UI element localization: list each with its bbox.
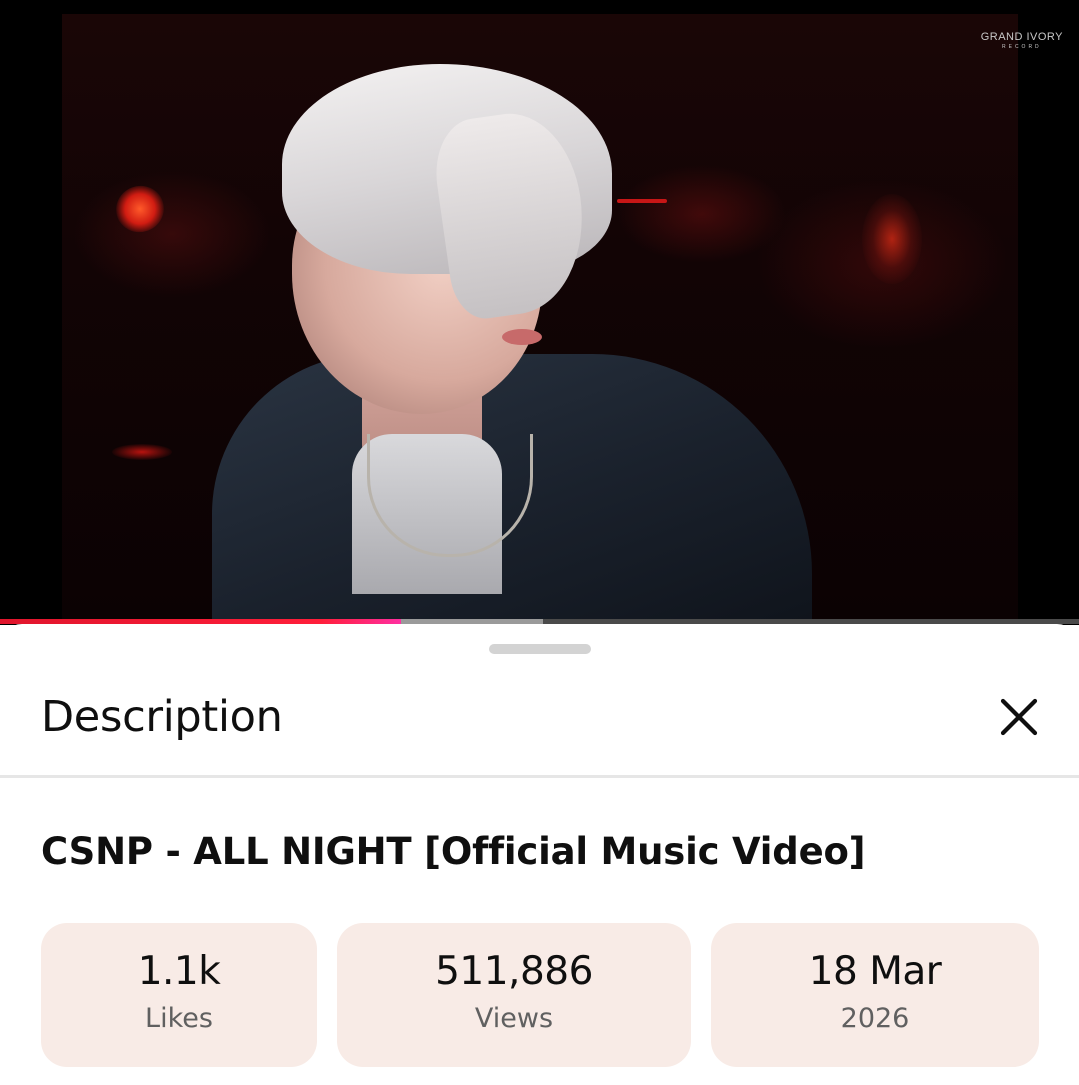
lamp-light bbox=[109, 179, 171, 239]
likes-count: 1.1k bbox=[137, 949, 221, 994]
views-label: Views bbox=[474, 1003, 554, 1034]
description-sheet: Description CSNP - ALL NIGHT [Official M… bbox=[0, 624, 1079, 1085]
video-subject bbox=[202, 54, 842, 620]
date-chip: 18 Mar 2026 bbox=[711, 923, 1039, 1067]
sheet-header: Description bbox=[0, 664, 1079, 778]
close-icon bbox=[1000, 698, 1038, 736]
sheet-title: Description bbox=[41, 692, 283, 742]
likes-chip: 1.1k Likes bbox=[41, 923, 317, 1067]
video-title: CSNP - ALL NIGHT [Official Music Video] bbox=[41, 830, 866, 873]
app-root: GRAND IVORY RECORD Description CSNP - AL… bbox=[0, 0, 1079, 1085]
video-frame bbox=[62, 14, 1018, 620]
channel-watermark: GRAND IVORY RECORD bbox=[981, 32, 1063, 50]
close-button[interactable] bbox=[988, 686, 1050, 748]
video-player[interactable]: GRAND IVORY RECORD bbox=[0, 0, 1079, 625]
views-count: 511,886 bbox=[435, 949, 593, 994]
lips bbox=[502, 329, 542, 345]
lamp-base-light bbox=[112, 444, 172, 460]
watermark-text: GRAND IVORY bbox=[980, 31, 1063, 43]
views-chip: 511,886 Views bbox=[337, 923, 691, 1067]
likes-label: Likes bbox=[145, 1003, 213, 1034]
upload-date: 18 Mar bbox=[808, 949, 942, 994]
background-lamp bbox=[862, 194, 922, 284]
drag-handle[interactable] bbox=[489, 644, 591, 654]
upload-year: 2026 bbox=[840, 1003, 910, 1034]
stats-row: 1.1k Likes 511,886 Views 18 Mar 2026 bbox=[41, 923, 1039, 1067]
watermark-subtext: RECORD bbox=[1002, 44, 1042, 50]
